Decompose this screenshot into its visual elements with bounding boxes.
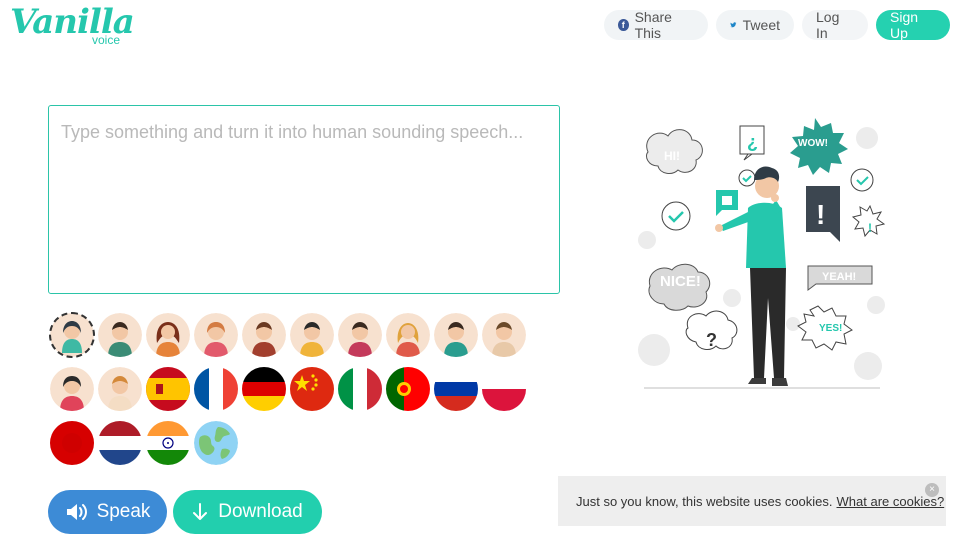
globe-icon[interactable] [194,421,238,465]
voice-avatar-male-2[interactable] [242,313,286,357]
close-icon[interactable]: × [925,483,939,497]
flag-russia-icon[interactable] [434,367,478,411]
share-label: Share This [634,9,672,41]
flag-china-icon[interactable] [290,367,334,411]
signup-button[interactable]: Sign Up [876,9,950,41]
voice-avatar-female-1[interactable] [49,312,95,358]
flag-france-icon[interactable] [194,367,238,411]
voice-avatar-male-7[interactable] [98,367,142,411]
cookie-text: Just so you know, this website uses cook… [576,493,833,509]
svg-text:!: ! [868,221,872,235]
bubble-nice: NICE! [660,273,701,290]
voice-avatar-male-3[interactable] [290,313,334,357]
login-button[interactable]: Log In [802,9,868,41]
download-button[interactable]: Download [173,490,322,534]
flag-germany-icon[interactable] [242,367,286,411]
bubble-iq: ¿ [747,132,758,152]
bubble-yeah: YEAH! [822,271,856,283]
share-button[interactable]: f Share This [604,9,708,41]
voice-avatar-female-2[interactable] [146,313,190,357]
voice-avatar-male-1[interactable] [98,313,142,357]
speech-text-input[interactable] [48,105,560,294]
tweet-label: Tweet [742,17,780,33]
flag-portugal-icon[interactable] [386,367,430,411]
voice-avatar-male-4[interactable] [338,313,382,357]
voice-avatar-female-4[interactable] [386,313,430,357]
voice-avatar-male-5[interactable] [434,313,478,357]
bubble-hi: HI! [664,149,680,163]
bubble-yes: YES! [819,323,842,334]
arrow-down-icon [193,503,208,520]
bubble-ex: ! [816,199,825,230]
cookie-banner: Just so you know, this website uses cook… [558,476,946,526]
flag-poland-icon[interactable] [482,367,526,411]
voice-avatar-female-5[interactable] [50,367,94,411]
flag-netherlands-icon[interactable] [98,421,142,465]
vanilla-voice-logo[interactable]: Vanilla voice [10,2,135,50]
voice-avatar-female-3[interactable] [194,313,238,357]
voice-avatar-male-6[interactable] [482,313,526,357]
speech-bubbles-illustration: HI! ¿ WOW! ! ! NICE! YEAH! YES! ? [638,118,886,389]
bubble-q: ? [706,330,717,350]
speaker-icon [66,504,87,520]
flag-india-icon[interactable] [146,421,190,465]
speak-label: Speak [96,501,151,522]
flag-japan-icon[interactable] [50,421,94,465]
logo-subtitle: voice [92,33,121,47]
bubble-wow: WOW! [798,138,828,149]
twitter-icon [730,22,737,28]
flag-italy-icon[interactable] [338,367,382,411]
header-nav: f Share This Tweet Log In Sign Up [604,9,950,41]
facebook-icon: f [618,19,629,31]
speak-button[interactable]: Speak [48,490,167,534]
flag-spain-icon[interactable] [146,367,190,411]
download-label: Download [218,501,303,522]
tweet-button[interactable]: Tweet [716,10,794,40]
